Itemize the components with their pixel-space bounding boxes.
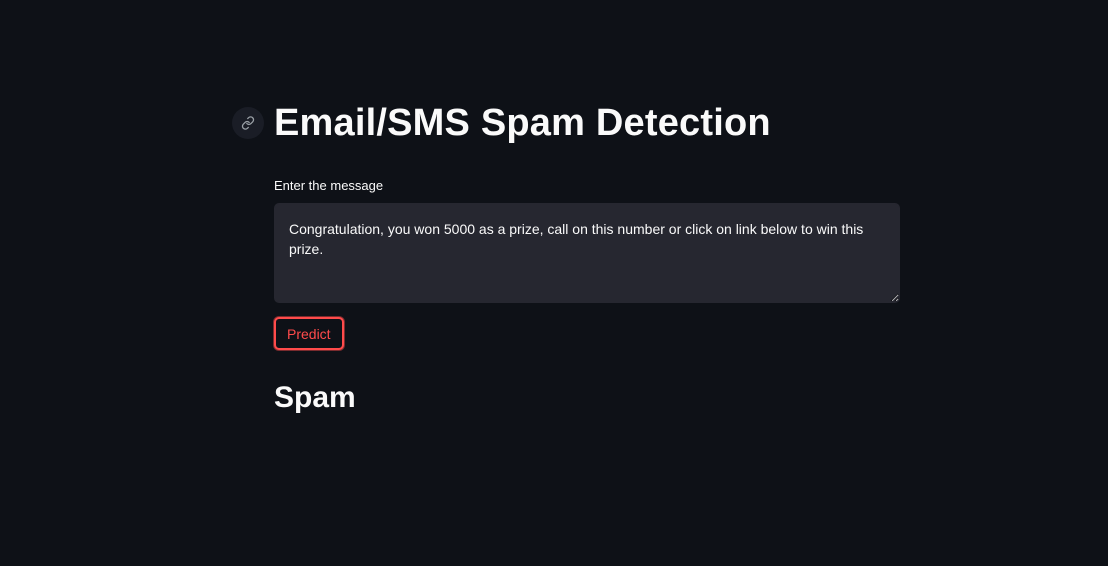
title-row: Email/SMS Spam Detection [232,100,771,146]
page-title: Email/SMS Spam Detection [274,102,771,144]
predict-button[interactable]: Predict [274,317,344,350]
app-container: Email/SMS Spam Detection Enter the messa… [0,0,1108,566]
prediction-result: Spam [274,381,356,414]
link-icon[interactable] [232,107,264,139]
message-label: Enter the message [274,178,384,193]
message-textarea[interactable] [274,203,900,303]
